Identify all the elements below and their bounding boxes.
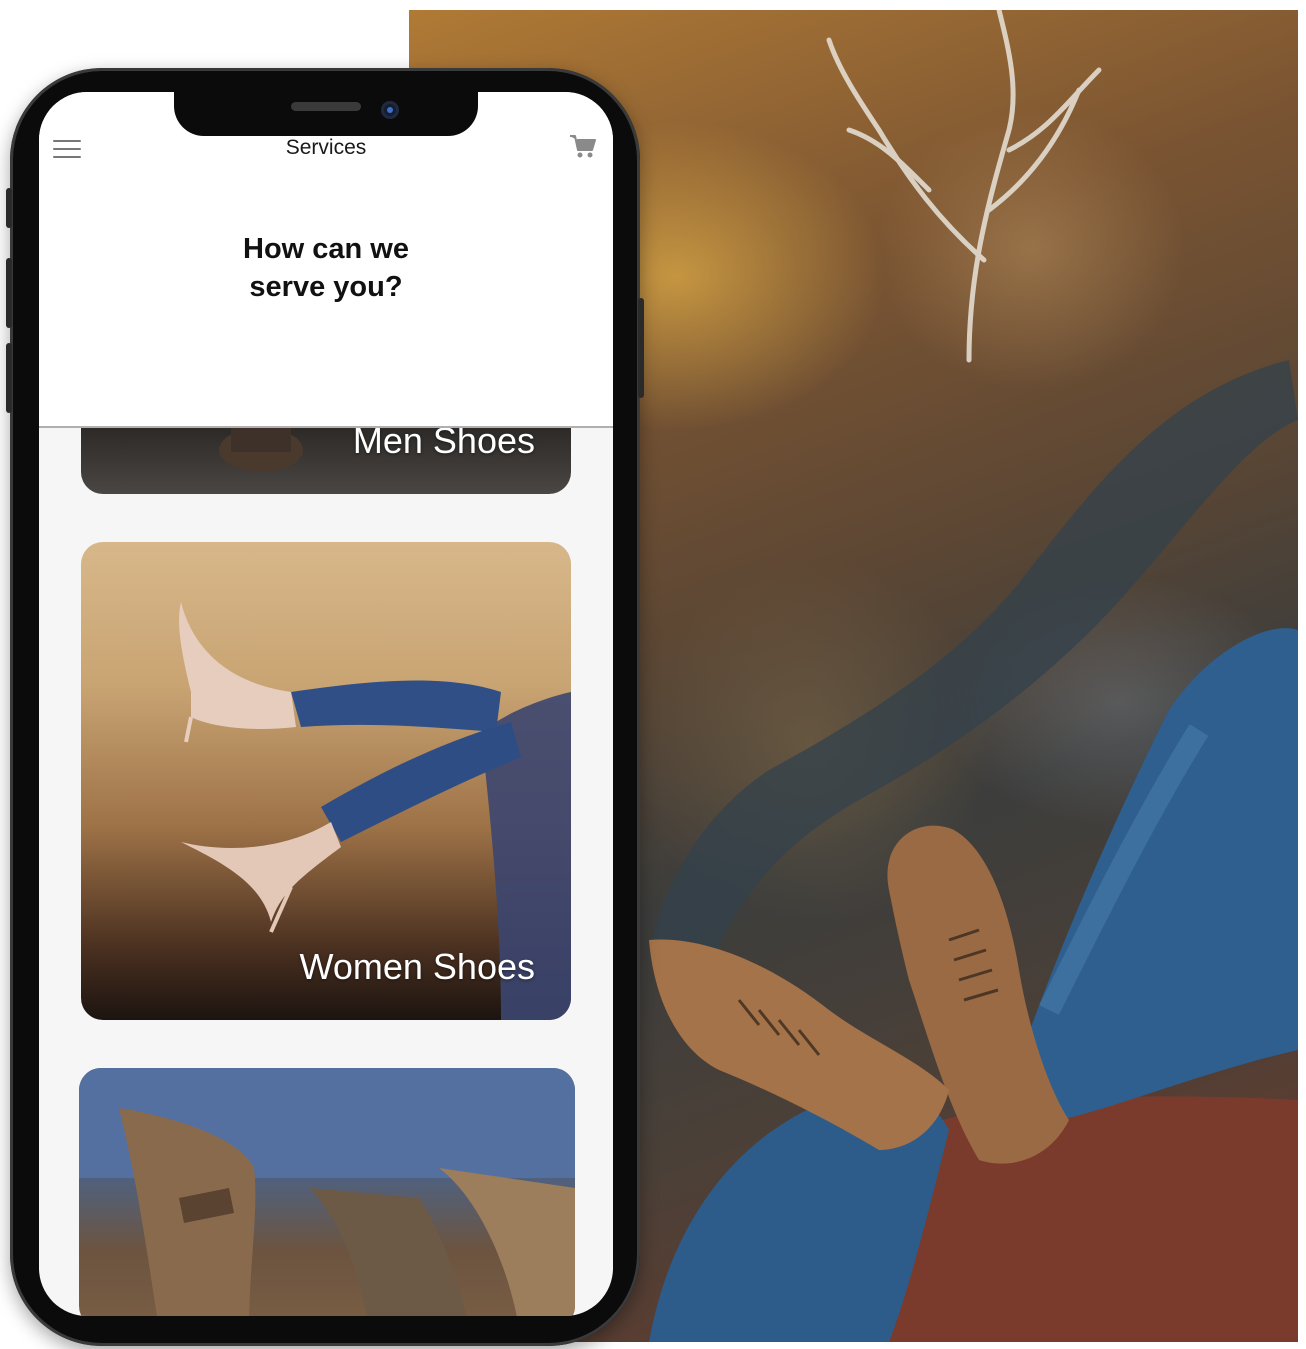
phone-volume-up-button: [6, 258, 12, 328]
service-card-women-shoes[interactable]: Women Shoes: [81, 542, 571, 1020]
phone-volume-down-button: [6, 343, 12, 413]
phone-mute-switch: [6, 188, 12, 228]
service-card-label: Women Shoes: [299, 946, 535, 987]
hero-headline-line-1: How can we: [243, 233, 409, 265]
boots-photo: [79, 1068, 575, 1316]
app-header: Services How can we serve you?: [39, 92, 613, 428]
hero-headline: How can we serve you?: [176, 230, 476, 306]
page-title: Services: [285, 136, 367, 159]
speaker-grille: [291, 102, 361, 111]
phone-notch: [174, 92, 478, 136]
front-camera: [381, 101, 399, 119]
phone-power-button: [638, 298, 644, 398]
phone-screen: Men Shoes Women Shoes Services How can w…: [39, 92, 613, 1316]
shopping-cart-icon[interactable]: [569, 134, 597, 160]
service-card-boots[interactable]: [79, 1068, 575, 1316]
hero-headline-line-2: serve you?: [249, 271, 403, 303]
